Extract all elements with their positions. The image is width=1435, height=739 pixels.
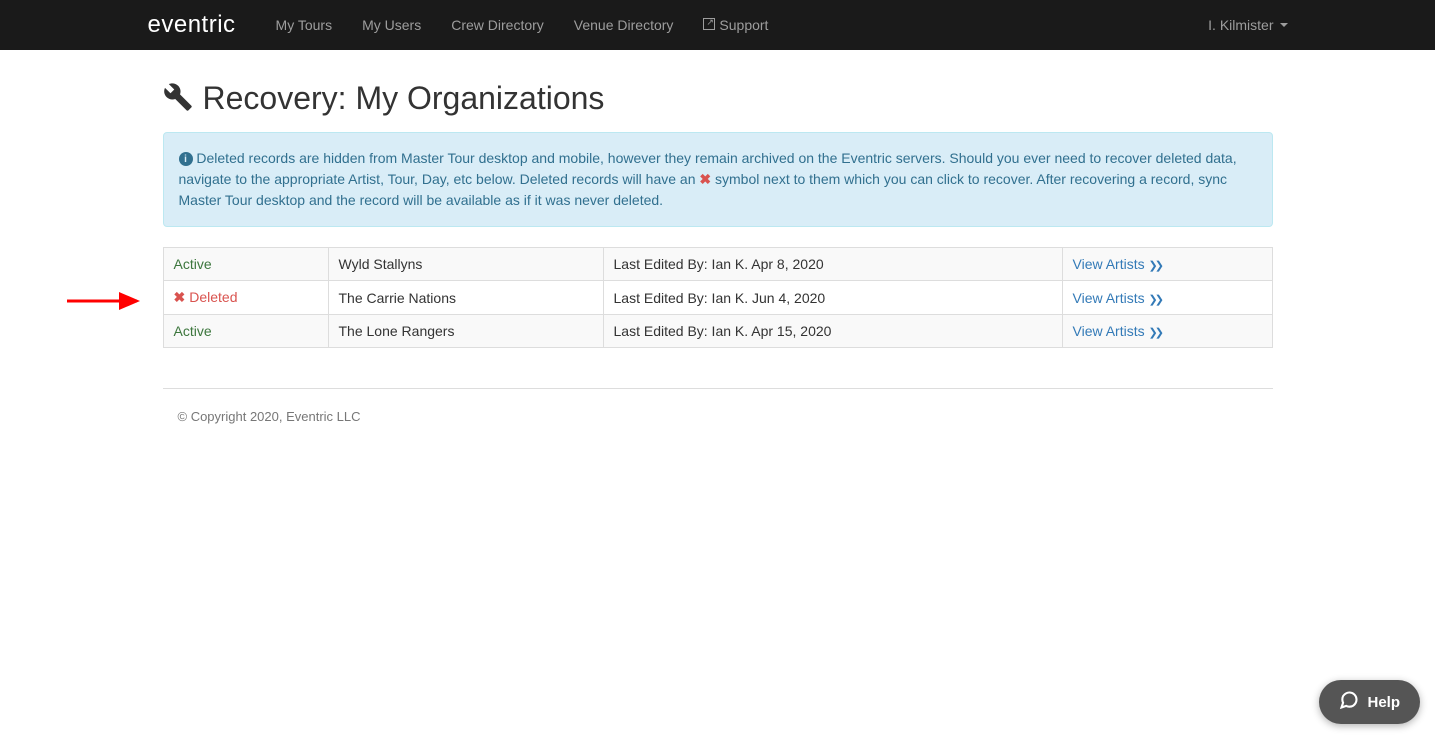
top-navbar: eventric My Tours My Users Crew Director… (0, 0, 1435, 50)
nav-support[interactable]: Support (688, 2, 783, 48)
chevron-right-icon: ❯❯ (1149, 327, 1161, 339)
user-name-label: I. Kilmister (1208, 17, 1273, 33)
org-name-cell: The Lone Rangers (328, 315, 603, 348)
last-edited-cell: Last Edited By: Ian K. Apr 8, 2020 (603, 248, 1062, 281)
nav-support-label: Support (719, 17, 768, 33)
action-cell: View Artists ❯❯ (1062, 315, 1272, 348)
view-artists-link[interactable]: View Artists ❯❯ (1073, 256, 1161, 272)
info-icon: i (179, 152, 193, 166)
chevron-right-icon: ❯❯ (1149, 294, 1161, 306)
caret-down-icon (1280, 23, 1288, 27)
chevron-right-icon: ❯❯ (1149, 260, 1161, 272)
action-cell: View Artists ❯❯ (1062, 248, 1272, 281)
view-artists-link[interactable]: View Artists ❯❯ (1073, 323, 1161, 339)
last-edited-cell: Last Edited By: Ian K. Apr 15, 2020 (603, 315, 1062, 348)
brand-logo[interactable]: eventric (148, 11, 236, 39)
view-artists-link[interactable]: View Artists ❯❯ (1073, 290, 1161, 306)
help-widget[interactable]: Help (1319, 680, 1420, 724)
table-row: ✖DeletedThe Carrie NationsLast Edited By… (163, 281, 1272, 315)
status-cell: Active (163, 315, 328, 348)
status-cell[interactable]: ✖Deleted (163, 281, 328, 315)
annotation-arrow-icon (65, 291, 150, 311)
table-row: Active Wyld StallynsLast Edited By: Ian K… (163, 248, 1272, 281)
last-edited-cell: Last Edited By: Ian K. Jun 4, 2020 (603, 281, 1062, 315)
org-name-cell: Wyld Stallyns (328, 248, 603, 281)
info-alert: i Deleted records are hidden from Master… (163, 132, 1273, 227)
nav-venue-directory[interactable]: Venue Directory (559, 2, 689, 48)
organizations-table: ActiveWyld StallynsLast Edited By: Ian K… (163, 247, 1273, 348)
page-header: Recovery: My Organizations (163, 80, 1273, 117)
user-menu[interactable]: I. Kilmister (1208, 17, 1287, 33)
footer: © Copyright 2020, Eventric LLC (163, 389, 1273, 444)
nav-links: My Tours My Users Crew Directory Venue D… (261, 2, 784, 48)
help-label: Help (1367, 694, 1400, 711)
status-label: Active (174, 256, 212, 272)
nav-my-tours[interactable]: My Tours (261, 2, 348, 48)
delete-x-icon[interactable]: ✖ (174, 289, 186, 305)
x-icon: ✖ (699, 171, 711, 187)
status-label: Deleted (189, 289, 237, 305)
status-label: Active (174, 323, 212, 339)
page-title: Recovery: My Organizations (203, 80, 605, 117)
chat-bubble-icon (1339, 690, 1359, 714)
wrench-icon (163, 82, 193, 115)
action-cell: View Artists ❯❯ (1062, 281, 1272, 315)
table-row: Active The Lone RangersLast Edited By: Ia… (163, 315, 1272, 348)
nav-crew-directory[interactable]: Crew Directory (436, 2, 559, 48)
org-name-cell: The Carrie Nations (328, 281, 603, 315)
external-link-icon (703, 18, 715, 30)
copyright-text: © Copyright 2020, Eventric LLC (178, 409, 361, 424)
status-cell: Active (163, 248, 328, 281)
nav-my-users[interactable]: My Users (347, 2, 436, 48)
